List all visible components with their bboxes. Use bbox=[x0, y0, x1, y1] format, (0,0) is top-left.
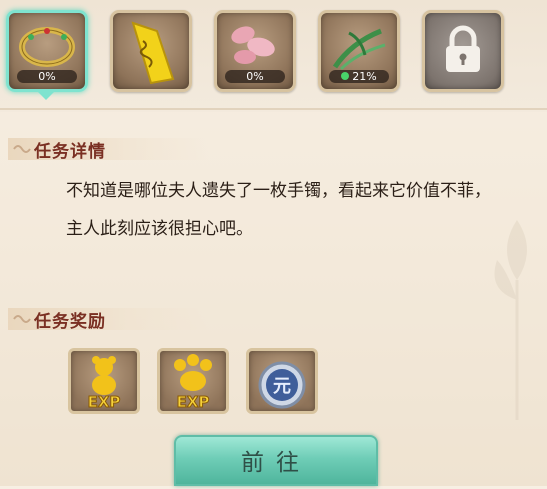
scroll-ornament-icon bbox=[13, 315, 31, 323]
progress-label: 21% bbox=[329, 70, 389, 83]
rewards-title: 任务奖励 bbox=[34, 312, 106, 332]
progress-label: 0% bbox=[225, 70, 285, 83]
svg-text:EXP: EXP bbox=[88, 393, 121, 411]
silver-coin-icon: 元 bbox=[258, 361, 306, 409]
reward-exp-paw[interactable]: EXP bbox=[157, 348, 229, 414]
quest-description: 不知道是哪位夫人遗失了一枚手镯，看起来它价值不菲，主人此刻应该很担心吧。 bbox=[66, 181, 491, 239]
svg-text:EXP: EXP bbox=[177, 393, 210, 411]
exp-paw-icon: EXP bbox=[174, 354, 212, 411]
quest-item-locked[interactable] bbox=[422, 10, 504, 92]
quest-item-scroll[interactable] bbox=[110, 10, 192, 92]
divider bbox=[0, 108, 547, 110]
quest-item-grass[interactable]: 21% bbox=[318, 10, 400, 92]
details-header: 任务详情 bbox=[0, 134, 260, 164]
go-button[interactable]: 前往 bbox=[174, 435, 378, 486]
yellow-scroll-icon bbox=[131, 21, 175, 85]
exp-bear-icon: EXP bbox=[87, 356, 121, 411]
rewards-header: 任务奖励 bbox=[0, 304, 260, 334]
scroll-ornament-icon bbox=[13, 145, 31, 153]
reward-exp-bear[interactable]: EXP bbox=[68, 348, 140, 414]
details-title: 任务详情 bbox=[34, 142, 106, 162]
svg-text:元: 元 bbox=[273, 376, 291, 397]
green-dot-icon bbox=[341, 72, 350, 80]
lock-icon bbox=[446, 25, 480, 72]
reward-silver-coin[interactable]: 元 bbox=[246, 348, 318, 414]
selection-pointer bbox=[38, 92, 54, 100]
quest-item-bracelet[interactable]: 0% bbox=[6, 10, 88, 92]
progress-label: 0% bbox=[17, 70, 77, 83]
quest-item-petals[interactable]: 0% bbox=[214, 10, 296, 92]
